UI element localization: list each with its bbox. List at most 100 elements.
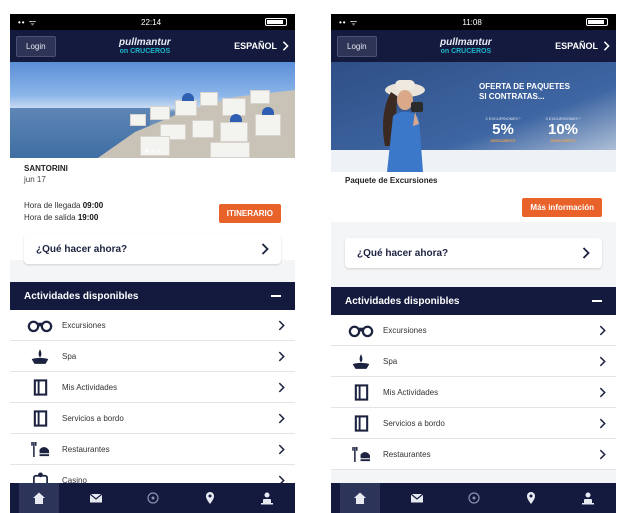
activity-label: Spa <box>383 356 398 366</box>
location-pin-icon <box>524 491 538 505</box>
spa-icon <box>29 348 51 365</box>
brand-tagline: on CRUCEROS <box>440 47 492 55</box>
tab-location[interactable] <box>511 483 551 513</box>
tab-messages[interactable] <box>76 483 116 513</box>
app-header: Login pullmantur on CRUCEROS ESPAÑOL <box>331 30 616 62</box>
app-header: Login pullmantur on CRUCEROS ESPAÑOL <box>10 30 295 62</box>
activity-item-spa[interactable]: Spa <box>10 341 295 372</box>
activity-item-restaurantes[interactable]: Restaurantes <box>10 434 295 465</box>
what-now-button[interactable]: ¿Qué hacer ahora? <box>24 234 281 264</box>
promo-offer-sub: DESCUENTO <box>550 138 576 143</box>
brand-tagline: on CRUCEROS <box>119 47 171 55</box>
activity-label: Restaurantes <box>62 444 110 454</box>
arrival-label: Hora de llegada <box>24 201 81 210</box>
activities-list: Excursiones Spa Mis Actividades Servicio… <box>10 310 295 496</box>
chevron-right-icon <box>603 41 610 51</box>
language-selector[interactable]: ESPAÑOL <box>234 41 289 51</box>
traveler-photo <box>383 80 425 172</box>
language-label: ESPAÑOL <box>234 41 277 51</box>
port-name: SANTORINI <box>24 164 68 173</box>
activities-title: Actividades disponibles <box>24 290 139 302</box>
promo-offer-percent: 10% <box>547 121 579 138</box>
book-icon <box>32 410 49 427</box>
activity-item-spa[interactable]: Spa <box>331 346 616 377</box>
tab-home[interactable] <box>18 483 59 513</box>
activity-label: Servicios a bordo <box>62 413 124 423</box>
login-button[interactable]: Login <box>337 35 377 57</box>
home-icon <box>32 491 46 505</box>
status-time: 11:08 <box>462 17 482 27</box>
people-icon <box>581 491 595 505</box>
bottom-tab-bar <box>331 483 616 513</box>
departure-time: 19:00 <box>77 213 99 222</box>
status-time: 22:14 <box>141 17 162 27</box>
more-info-button[interactable]: Más información <box>522 198 602 217</box>
chevron-right-icon <box>599 325 606 336</box>
chevron-right-icon <box>278 351 285 362</box>
activity-label: Excursiones <box>62 320 106 330</box>
promo-offer-percent: 5% <box>492 121 514 138</box>
activity-label: Spa <box>62 351 77 361</box>
chevron-right-icon <box>599 387 606 398</box>
chevron-right-icon <box>599 449 606 460</box>
activity-item-servicios[interactable]: Servicios a bordo <box>331 408 616 439</box>
compass-icon <box>467 491 481 505</box>
compass-icon <box>146 491 160 505</box>
activities-list: Excursiones Spa Mis Actividades Servicio… <box>331 315 616 470</box>
signal-indicator: •• ᯤ <box>339 17 359 27</box>
phone-screen-left: •• ᯤ 22:14 Login pullmantur on CRUCEROS … <box>10 14 295 513</box>
collapse-icon[interactable] <box>592 300 602 302</box>
brand-logo: pullmantur on CRUCEROS <box>119 37 171 55</box>
status-bar: •• ᯤ 22:14 <box>10 14 295 30</box>
activities-header[interactable]: Actividades disponibles <box>10 282 295 310</box>
tab-people[interactable] <box>568 483 608 513</box>
book-icon <box>32 379 49 396</box>
promo-offer-2: 3 EXCURSIONES * 10% DESCUENTO <box>533 116 593 143</box>
status-bar: •• ᯤ 11:08 <box>331 14 616 30</box>
chevron-right-icon <box>278 444 285 455</box>
battery-icon <box>585 18 608 26</box>
carousel-dots[interactable] <box>145 149 160 152</box>
tab-people[interactable] <box>247 483 287 513</box>
tab-explore[interactable] <box>454 483 494 513</box>
tab-location[interactable] <box>190 483 230 513</box>
people-icon <box>260 491 274 505</box>
package-card: Paquete de Excursiones Más información <box>331 172 616 222</box>
activity-label: Mis Actividades <box>383 387 439 397</box>
activity-item-servicios[interactable]: Servicios a bordo <box>10 403 295 434</box>
arrival-time: 09:00 <box>82 201 104 210</box>
tab-messages[interactable] <box>397 483 437 513</box>
what-now-label: ¿Qué hacer ahora? <box>36 243 128 255</box>
activities-header[interactable]: Actividades disponibles <box>331 287 616 315</box>
activities-title: Actividades disponibles <box>345 295 460 307</box>
language-selector[interactable]: ESPAÑOL <box>555 41 610 51</box>
collapse-icon[interactable] <box>271 295 281 297</box>
chevron-right-icon <box>278 382 285 393</box>
activity-item-mis-actividades[interactable]: Mis Actividades <box>331 377 616 408</box>
mail-icon <box>410 491 424 505</box>
chevron-right-icon <box>282 41 289 51</box>
port-date: jun 17 <box>24 175 46 184</box>
activity-item-restaurantes[interactable]: Restaurantes <box>331 439 616 470</box>
spa-icon <box>350 353 372 370</box>
what-now-button[interactable]: ¿Qué hacer ahora? <box>345 238 602 268</box>
promo-banner[interactable]: OFERTA DE PAQUETES SI CONTRATAS... 2 EXC… <box>331 62 616 172</box>
chevron-right-icon <box>599 356 606 367</box>
what-now-label: ¿Qué hacer ahora? <box>357 247 449 259</box>
chevron-right-icon <box>582 247 590 259</box>
activity-item-excursiones[interactable]: Excursiones <box>10 310 295 341</box>
promo-title: OFERTA DE PAQUETES SI CONTRATAS... <box>479 82 570 102</box>
tab-explore[interactable] <box>133 483 173 513</box>
activity-item-excursiones[interactable]: Excursiones <box>331 315 616 346</box>
language-label: ESPAÑOL <box>555 41 598 51</box>
tab-home[interactable] <box>339 483 380 513</box>
location-pin-icon <box>203 491 217 505</box>
battery-icon <box>264 18 287 26</box>
login-button[interactable]: Login <box>16 35 56 57</box>
activity-label: Mis Actividades <box>62 382 118 392</box>
itinerary-button[interactable]: ITINERARIO <box>218 204 281 223</box>
chevron-right-icon <box>261 243 269 255</box>
bottom-tab-bar <box>10 483 295 513</box>
promo-title-line: OFERTA DE PAQUETES <box>479 82 570 91</box>
activity-item-mis-actividades[interactable]: Mis Actividades <box>10 372 295 403</box>
